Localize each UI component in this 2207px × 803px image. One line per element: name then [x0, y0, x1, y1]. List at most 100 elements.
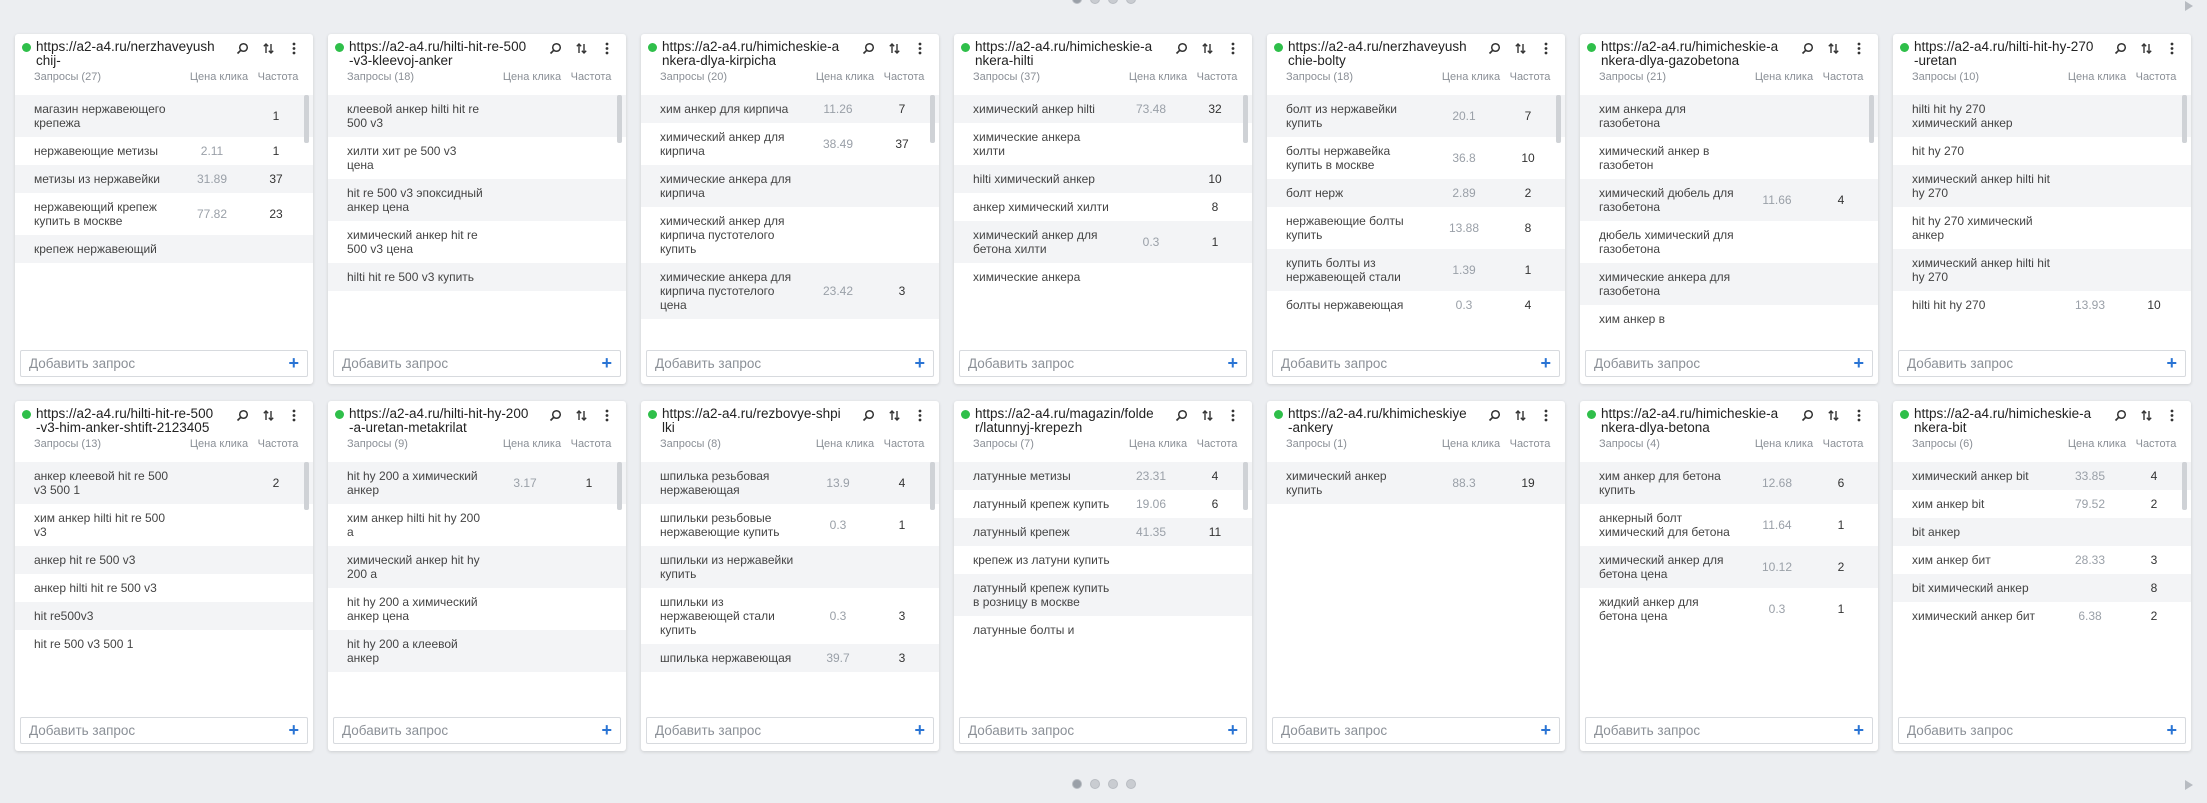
query-row[interactable]: анкер hilti hit re 500 v3	[15, 574, 313, 602]
more-menu-icon[interactable]	[1539, 408, 1553, 422]
add-query-input[interactable]: Добавить запрос +	[20, 717, 308, 744]
price-column-header[interactable]: Цена клика	[1749, 71, 1819, 83]
more-menu-icon[interactable]	[913, 41, 927, 55]
scrollbar-thumb[interactable]	[1243, 95, 1248, 143]
frequency-column-header[interactable]: Частота	[880, 438, 928, 450]
sort-icon[interactable]	[261, 408, 275, 422]
price-column-header[interactable]: Цена клика	[184, 438, 254, 450]
search-icon[interactable]	[1174, 41, 1188, 55]
query-row[interactable]: хилти хит ре 500 v3 цена	[328, 137, 626, 179]
card-url[interactable]: https://a2-a4.ru/hilti-hit-re-500-v3-him…	[36, 407, 217, 435]
frequency-column-header[interactable]: Частота	[567, 438, 615, 450]
search-icon[interactable]	[1487, 41, 1501, 55]
add-icon[interactable]: +	[1853, 720, 1864, 740]
query-list[interactable]: химический анкер hilti 73.48 32 химические …	[954, 95, 1252, 337]
query-row[interactable]: латунный крепеж купить в розницу в москв…	[954, 574, 1252, 616]
search-icon[interactable]	[2113, 408, 2127, 422]
query-row[interactable]: химические анкера хилти	[954, 123, 1252, 165]
sort-icon[interactable]	[887, 41, 901, 55]
pager-dot[interactable]	[1125, 779, 1136, 789]
sort-icon[interactable]	[1200, 41, 1214, 55]
query-row[interactable]: хим анкер в	[1580, 305, 1878, 333]
search-icon[interactable]	[548, 41, 562, 55]
frequency-column-header[interactable]: Частота	[1819, 71, 1867, 83]
sort-icon[interactable]	[1513, 41, 1527, 55]
query-row[interactable]: латунный крепеж купить 19.06 6	[954, 490, 1252, 518]
query-list[interactable]: химический анкер bit 33.85 4 хим анкер bit 7…	[1893, 462, 2191, 704]
price-column-header[interactable]: Цена клика	[184, 71, 254, 83]
query-row[interactable]: шпилька резьбовая нержавеющая 13.9 4	[641, 462, 939, 504]
query-list[interactable]: магазин нержавеющего крепежа 1 нержавеющие…	[15, 95, 313, 337]
pager-dot[interactable]	[1107, 779, 1118, 789]
query-row[interactable]: химический анкер для бетона хилти 0.3 1	[954, 221, 1252, 263]
search-icon[interactable]	[2113, 41, 2127, 55]
add-query-input[interactable]: Добавить запрос +	[333, 717, 621, 744]
query-row[interactable]: химический анкер hilti hit hy 270	[1893, 165, 2191, 207]
query-row[interactable]: нержавеющие метизы 2.11 1	[15, 137, 313, 165]
query-row[interactable]: химический анкер для бетона цена 10.12 2	[1580, 546, 1878, 588]
query-row[interactable]: химический анкер bit 33.85 4	[1893, 462, 2191, 490]
sort-icon[interactable]	[2139, 408, 2153, 422]
query-row[interactable]: hit hy 270	[1893, 137, 2191, 165]
query-row[interactable]: hit hy 200 а химический анкер цена	[328, 588, 626, 630]
add-query-input[interactable]: Добавить запрос +	[646, 717, 934, 744]
sort-icon[interactable]	[1513, 408, 1527, 422]
price-column-header[interactable]: Цена клика	[1749, 438, 1819, 450]
query-list[interactable]: hilti hit hy 270 химический анкер hit hy …	[1893, 95, 2191, 337]
more-menu-icon[interactable]	[600, 408, 614, 422]
query-row[interactable]: хим анкер hilti hit re 500 v3	[15, 504, 313, 546]
pager-dot[interactable]	[1071, 0, 1082, 4]
add-icon[interactable]: +	[914, 720, 925, 740]
add-icon[interactable]: +	[1853, 353, 1864, 373]
scrollbar[interactable]	[1243, 95, 1248, 337]
scrollbar[interactable]	[930, 462, 935, 704]
query-row[interactable]: метизы из нержавейки 31.89 37	[15, 165, 313, 193]
card-url[interactable]: https://a2-a4.ru/rezbovye-shpilki	[662, 407, 843, 435]
scrollbar[interactable]	[1869, 95, 1874, 337]
frequency-column-header[interactable]: Частота	[1193, 71, 1241, 83]
card-url[interactable]: https://a2-a4.ru/hilti-hit-re-500-v3-kle…	[349, 40, 530, 68]
scrollbar-thumb[interactable]	[617, 462, 622, 510]
add-icon[interactable]: +	[1227, 720, 1238, 740]
scrollbar-thumb[interactable]	[304, 462, 309, 510]
sort-icon[interactable]	[1826, 41, 1840, 55]
add-query-input[interactable]: Добавить запрос +	[646, 350, 934, 377]
scrollbar[interactable]	[2182, 462, 2187, 704]
card-url[interactable]: https://a2-a4.ru/khimicheskiye-ankery	[1288, 407, 1469, 435]
search-icon[interactable]	[1487, 408, 1501, 422]
query-row[interactable]: химический анкер купить 88.3 19	[1267, 462, 1565, 504]
price-column-header[interactable]: Цена клика	[1123, 438, 1193, 450]
price-column-header[interactable]: Цена клика	[2062, 71, 2132, 83]
query-row[interactable]: хим анкер для кирпича 11.26 7	[641, 95, 939, 123]
more-menu-icon[interactable]	[1226, 408, 1240, 422]
search-icon[interactable]	[1174, 408, 1188, 422]
query-row[interactable]: hilti hit re 500 v3 купить	[328, 263, 626, 291]
more-menu-icon[interactable]	[913, 408, 927, 422]
sort-icon[interactable]	[2139, 41, 2153, 55]
query-row[interactable]: латунные болты и	[954, 616, 1252, 644]
search-icon[interactable]	[548, 408, 562, 422]
query-row[interactable]: шпильки резьбовые нержавеющие купить 0.3 1	[641, 504, 939, 546]
more-menu-icon[interactable]	[2165, 41, 2179, 55]
card-url[interactable]: https://a2-a4.ru/himicheskie-ankera-hilt…	[975, 40, 1156, 68]
query-row[interactable]: клеевой анкер hilti hit re 500 v3	[328, 95, 626, 137]
query-row[interactable]: химические анкера для кирпича пустотелог…	[641, 263, 939, 319]
scrollbar[interactable]	[304, 95, 309, 337]
price-column-header[interactable]: Цена клика	[1123, 71, 1193, 83]
query-list[interactable]: клеевой анкер hilti hit re 500 v3 хилти х…	[328, 95, 626, 337]
price-column-header[interactable]: Цена клика	[1436, 71, 1506, 83]
next-page-arrow-icon[interactable]	[2185, 1, 2193, 11]
scrollbar-thumb[interactable]	[2182, 462, 2187, 510]
query-row[interactable]: латунный крепеж 41.35 11	[954, 518, 1252, 546]
search-icon[interactable]	[235, 41, 249, 55]
add-icon[interactable]: +	[601, 720, 612, 740]
query-list[interactable]: химический анкер купить 88.3 19	[1267, 462, 1565, 704]
query-row[interactable]: крепеж из латуни купить	[954, 546, 1252, 574]
scrollbar-thumb[interactable]	[1243, 462, 1248, 510]
add-query-input[interactable]: Добавить запрос +	[959, 350, 1247, 377]
price-column-header[interactable]: Цена клика	[497, 438, 567, 450]
add-icon[interactable]: +	[1540, 353, 1551, 373]
add-query-input[interactable]: Добавить запрос +	[333, 350, 621, 377]
card-url[interactable]: https://a2-a4.ru/himicheskie-ankera-dlya…	[1601, 40, 1782, 68]
sort-icon[interactable]	[261, 41, 275, 55]
